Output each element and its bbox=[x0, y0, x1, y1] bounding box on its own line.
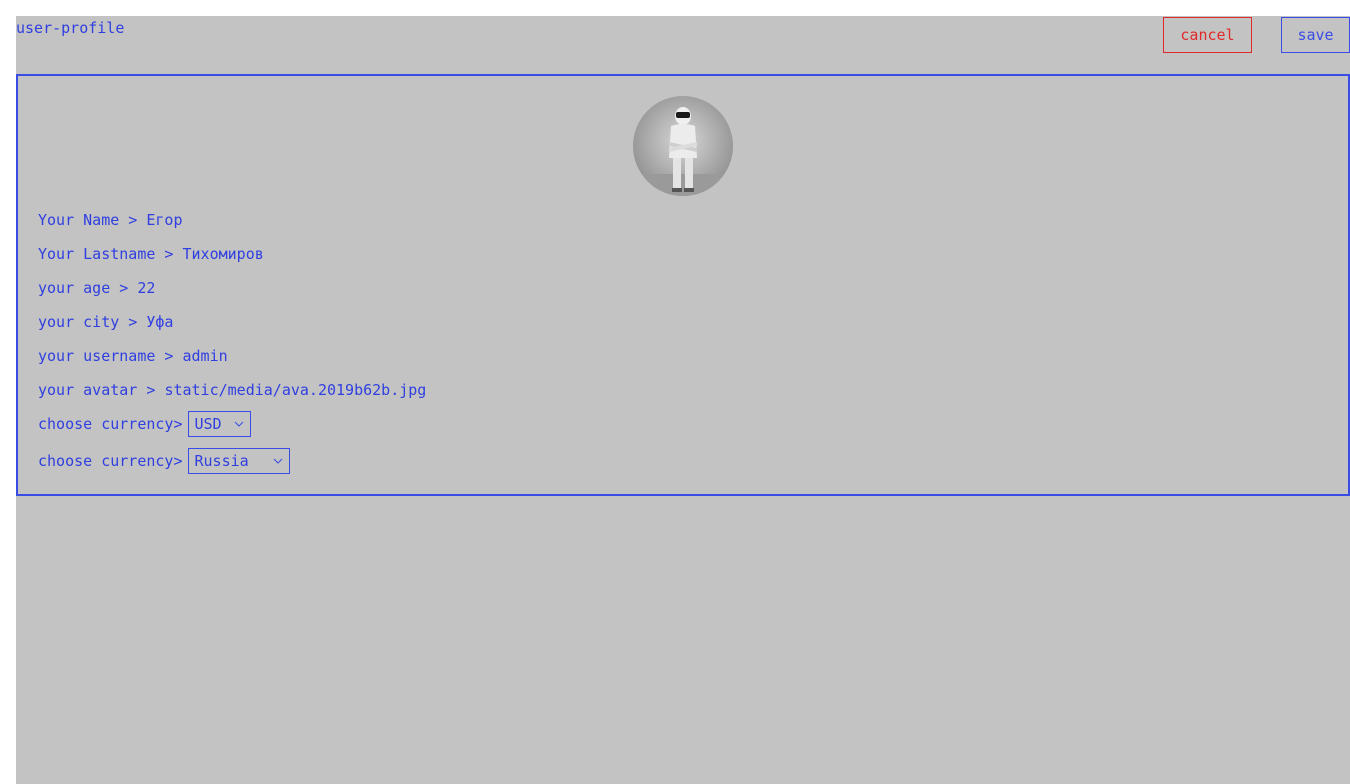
field-username: your username > admin bbox=[38, 343, 426, 377]
country-row: choose currency> Russia bbox=[38, 448, 426, 485]
avatar bbox=[633, 96, 733, 196]
field-value: Тихомиров bbox=[182, 245, 264, 263]
country-selected: Russia bbox=[194, 452, 249, 470]
field-value: Уфа bbox=[146, 313, 174, 331]
currency-select[interactable]: USD bbox=[187, 411, 251, 437]
chevron-down-icon bbox=[234, 421, 243, 427]
field-age: your age > 22 bbox=[38, 275, 426, 309]
profile-fields: Your Name > Егор Your Lastname > Тихомир… bbox=[38, 207, 426, 485]
field-value: 22 bbox=[137, 279, 156, 297]
field-label: Your Lastname > bbox=[38, 245, 183, 263]
field-value: static/media/ava.2019b62b.jpg bbox=[164, 381, 427, 399]
field-city: your city > Уфа bbox=[38, 309, 426, 343]
field-value: admin bbox=[182, 347, 228, 365]
profile-panel: Your Name > Егор Your Lastname > Тихомир… bbox=[16, 74, 1350, 496]
currency-selected: USD bbox=[194, 415, 222, 433]
currency-row: choose currency> USD bbox=[38, 411, 426, 448]
field-lastname: Your Lastname > Тихомиров bbox=[38, 241, 426, 275]
field-label: your city > bbox=[38, 313, 147, 331]
save-button[interactable]: save bbox=[1281, 17, 1350, 53]
country-select[interactable]: Russia bbox=[187, 448, 290, 474]
country-label: choose currency> bbox=[38, 452, 183, 470]
avatar-photo bbox=[633, 96, 733, 196]
cancel-button[interactable]: cancel bbox=[1163, 17, 1252, 53]
field-avatar: your avatar > static/media/ava.2019b62b.… bbox=[38, 377, 426, 411]
field-value: Егор bbox=[146, 211, 183, 229]
field-label: your username > bbox=[38, 347, 183, 365]
currency-label: choose currency> bbox=[38, 415, 183, 433]
page-title: user-profile bbox=[16, 19, 125, 37]
field-name: Your Name > Егор bbox=[38, 207, 426, 241]
user-profile-app: user-profile cancel save Your Name > Его… bbox=[16, 16, 1350, 784]
field-label: Your Name > bbox=[38, 211, 147, 229]
chevron-down-icon bbox=[273, 458, 282, 464]
field-label: your avatar > bbox=[38, 381, 165, 399]
field-label: your age > bbox=[38, 279, 138, 297]
